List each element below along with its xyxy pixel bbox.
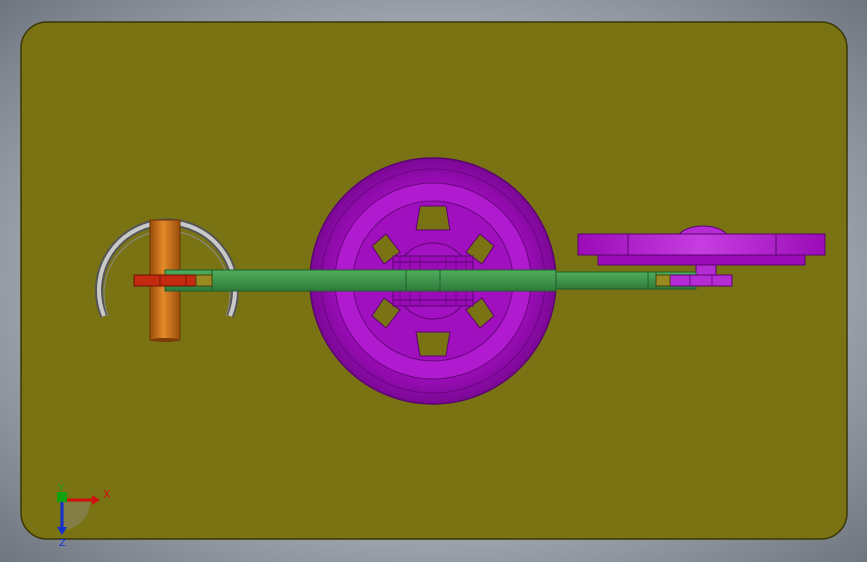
axis-label-x: X <box>103 488 111 501</box>
cad-viewport[interactable]: X Y Z <box>0 0 867 562</box>
axis-label-z: Z <box>59 538 66 549</box>
connecting-rod[interactable] <box>164 269 697 292</box>
left-pivot-pin[interactable] <box>133 274 213 287</box>
axis-label-y: Y <box>57 483 65 494</box>
right-pivot-pin[interactable] <box>655 274 733 287</box>
